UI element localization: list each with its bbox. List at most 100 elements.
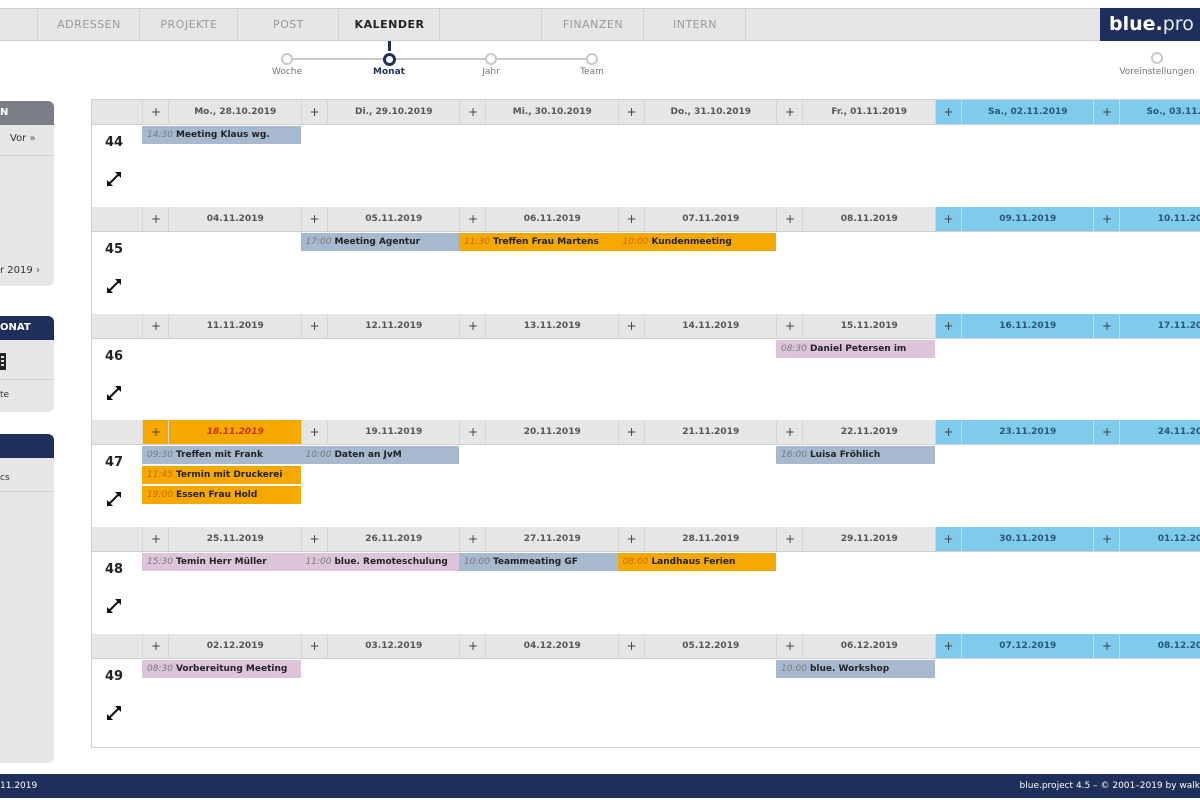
day-date[interactable]: 10.11.2019 xyxy=(1119,207,1200,231)
add-event-button[interactable]: + xyxy=(459,100,486,124)
day-date[interactable]: 11.11.2019 xyxy=(168,314,302,338)
day-date[interactable]: Fr., 01.11.2019 xyxy=(802,100,936,124)
add-event-button[interactable]: + xyxy=(300,207,328,231)
day-date[interactable]: 05.12.2019 xyxy=(643,634,778,658)
add-event-button[interactable]: + xyxy=(1093,527,1120,551)
expand-week-icon[interactable] xyxy=(105,597,123,615)
day-date[interactable]: Sa., 02.11.2019 xyxy=(960,100,1095,124)
add-event-button[interactable]: + xyxy=(617,634,645,658)
add-event-button[interactable]: + xyxy=(1093,420,1120,444)
add-event-button[interactable]: + xyxy=(776,207,803,231)
day-date[interactable]: 06.12.2019 xyxy=(802,634,936,658)
add-event-button[interactable]: + xyxy=(934,527,962,551)
nav-tab-intern[interactable]: INTERN xyxy=(643,9,746,40)
add-event-button[interactable]: + xyxy=(142,100,169,124)
day-date[interactable]: So., 03.11.2019 xyxy=(1119,100,1200,124)
day-date[interactable]: 14.11.2019 xyxy=(643,314,778,338)
add-event-button[interactable]: + xyxy=(459,314,486,338)
add-event-button[interactable]: + xyxy=(300,100,328,124)
calendar-event[interactable]: 10:00 Daten an JvM xyxy=(300,446,459,464)
calendar-event[interactable]: 11:45 Termin mit Druckerei xyxy=(142,466,301,484)
day-date[interactable]: 02.12.2019 xyxy=(168,634,302,658)
expand-week-icon[interactable] xyxy=(105,490,123,508)
add-event-button[interactable]: + xyxy=(459,634,486,658)
add-event-button[interactable]: + xyxy=(617,207,645,231)
calendar-event[interactable]: 17:00 Meeting Agentur xyxy=(300,233,459,251)
add-event-button[interactable]: + xyxy=(142,314,169,338)
sidebar-item[interactable]: cs xyxy=(0,473,10,483)
day-date[interactable]: 15.11.2019 xyxy=(802,314,936,338)
add-event-button[interactable]: + xyxy=(776,420,803,444)
add-event-button[interactable]: + xyxy=(142,207,169,231)
day-date[interactable]: Do., 31.10.2019 xyxy=(643,100,778,124)
add-event-button[interactable]: + xyxy=(1093,207,1120,231)
view-dot-team[interactable] xyxy=(586,53,598,65)
calendar-event[interactable]: 14:30 Meeting Klaus wg. xyxy=(142,126,301,144)
day-date[interactable]: 20.11.2019 xyxy=(485,420,619,444)
nav-tab-post[interactable]: POST xyxy=(237,9,339,40)
day-date[interactable]: 08.12.2019 xyxy=(1119,634,1200,658)
calendar-event[interactable]: 11:30 Treffen Frau Martens xyxy=(459,233,618,251)
day-date[interactable]: 21.11.2019 xyxy=(643,420,778,444)
add-event-button[interactable]: + xyxy=(617,100,645,124)
day-date[interactable]: 22.11.2019 xyxy=(802,420,936,444)
add-event-button[interactable]: + xyxy=(617,527,645,551)
add-event-button[interactable]: + xyxy=(1093,314,1120,338)
add-event-button[interactable]: + xyxy=(934,207,962,231)
next-button[interactable]: Vor » xyxy=(10,133,36,144)
view-tab-jahr[interactable]: Jahr xyxy=(451,67,531,77)
day-date[interactable]: 04.11.2019 xyxy=(168,207,302,231)
add-event-button[interactable]: + xyxy=(776,527,803,551)
month-selector[interactable]: r 2019 › xyxy=(0,265,40,276)
settings-toggle-dot[interactable] xyxy=(1151,52,1163,64)
add-event-button[interactable]: + xyxy=(617,420,645,444)
add-event-button[interactable]: + xyxy=(1093,100,1120,124)
calendar-event[interactable]: 10:00 blue. Workshop xyxy=(776,660,935,678)
add-event-button[interactable]: + xyxy=(459,207,486,231)
day-date[interactable]: 03.12.2019 xyxy=(326,634,461,658)
day-date[interactable]: 06.11.2019 xyxy=(485,207,619,231)
day-date[interactable]: 07.11.2019 xyxy=(643,207,778,231)
nav-tab-adressen[interactable]: ADRESSEN xyxy=(37,9,140,40)
expand-week-icon[interactable] xyxy=(105,704,123,722)
day-date[interactable]: 08.11.2019 xyxy=(802,207,936,231)
day-date[interactable]: 13.11.2019 xyxy=(485,314,619,338)
day-date[interactable]: Di., 29.10.2019 xyxy=(326,100,461,124)
day-date[interactable]: 09.11.2019 xyxy=(960,207,1095,231)
day-date[interactable]: 28.11.2019 xyxy=(643,527,778,551)
day-date[interactable]: 27.11.2019 xyxy=(485,527,619,551)
add-event-button[interactable]: + xyxy=(1093,634,1120,658)
add-event-button[interactable]: + xyxy=(776,100,803,124)
day-date[interactable]: 25.11.2019 xyxy=(168,527,302,551)
view-tab-monat[interactable]: Monat xyxy=(349,67,429,77)
expand-week-icon[interactable] xyxy=(105,170,123,188)
day-date[interactable]: Mi., 30.10.2019 xyxy=(485,100,619,124)
nav-tab-projekte[interactable]: PROJEKTE xyxy=(139,9,238,40)
day-date[interactable]: 30.11.2019 xyxy=(960,527,1095,551)
add-event-button[interactable]: + xyxy=(459,527,486,551)
add-event-button[interactable]: + xyxy=(776,314,803,338)
add-event-button[interactable]: + xyxy=(300,527,328,551)
add-event-button[interactable]: + xyxy=(142,634,169,658)
printer-icon[interactable] xyxy=(0,350,10,376)
calendar-event[interactable]: 08:30 Vorbereitung Meeting xyxy=(142,660,301,678)
expand-week-icon[interactable] xyxy=(105,384,123,402)
add-event-button[interactable]: + xyxy=(617,314,645,338)
expand-week-icon[interactable] xyxy=(105,277,123,295)
add-event-button[interactable]: + xyxy=(142,527,169,551)
view-tab-woche[interactable]: Woche xyxy=(247,67,327,77)
add-event-button[interactable]: + xyxy=(934,634,962,658)
day-date[interactable]: 12.11.2019 xyxy=(326,314,461,338)
calendar-event[interactable]: 15:30 Temin Herr Müller xyxy=(142,553,301,571)
day-date[interactable]: 16.11.2019 xyxy=(960,314,1095,338)
day-date[interactable]: 24.11.2019 xyxy=(1119,420,1200,444)
calendar-event[interactable]: 16:00 Luisa Fröhlich xyxy=(776,446,935,464)
calendar-event[interactable]: 08:30 Daniel Petersen im xyxy=(776,340,935,358)
add-event-button[interactable]: + xyxy=(142,420,169,444)
add-event-button[interactable]: + xyxy=(459,420,486,444)
day-date[interactable]: 05.11.2019 xyxy=(326,207,461,231)
add-event-button[interactable]: + xyxy=(934,314,962,338)
add-event-button[interactable]: + xyxy=(934,420,962,444)
day-date[interactable]: 18.11.2019 xyxy=(168,420,302,444)
calendar-event[interactable]: 11:00 blue. Remoteschulung xyxy=(300,553,459,571)
